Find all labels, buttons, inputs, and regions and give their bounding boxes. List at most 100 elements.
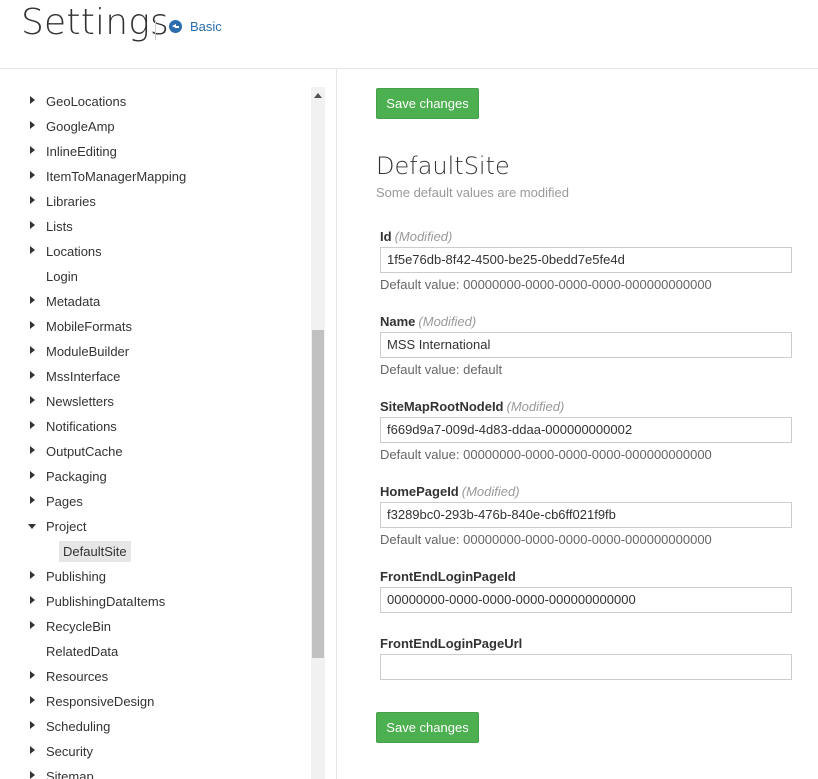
collapsed-arrow-icon[interactable] [30,571,35,579]
tree-item-security[interactable]: Security [0,739,310,764]
save-changes-button-bottom[interactable]: Save changes [376,712,479,743]
field-name: Name(Modified) Default value: default [380,314,792,377]
tree-item-itemtomanagermapping[interactable]: ItemToManagerMapping [0,164,310,189]
tree-item-sitemap[interactable]: Sitemap [0,764,310,779]
tree-item-notifications[interactable]: Notifications [0,414,310,439]
tree-item-mssinterface[interactable]: MssInterface [0,364,310,389]
collapsed-arrow-icon[interactable] [30,671,35,679]
tree-item-label: Project [46,519,87,534]
tree-item-packaging[interactable]: Packaging [0,464,310,489]
collapsed-arrow-icon[interactable] [30,721,35,729]
tree-item-login[interactable]: Login [0,264,310,289]
field-input[interactable] [380,502,792,528]
tree-item-label: Security [46,744,93,759]
save-changes-button-top[interactable]: Save changes [376,88,479,119]
field-label-text: Name [380,314,416,329]
scrollbar-thumb[interactable] [312,330,324,658]
collapsed-arrow-icon[interactable] [30,446,35,454]
collapsed-arrow-icon[interactable] [30,346,35,354]
field-input[interactable] [380,247,792,273]
collapsed-arrow-icon[interactable] [30,621,35,629]
tree-item-label: MssInterface [46,369,121,384]
collapsed-arrow-icon[interactable] [30,171,35,179]
section-subtitle: Some default values are modified [376,185,569,200]
tree-item-locations[interactable]: Locations [0,239,310,264]
tree-item-scheduling[interactable]: Scheduling [0,714,310,739]
field-default-value: Default value: 00000000-0000-0000-0000-0… [380,532,712,547]
collapsed-arrow-icon[interactable] [30,496,35,504]
tree-item-defaultsite[interactable]: DefaultSite [0,539,310,564]
tree-item-label: Libraries [46,194,96,209]
field-default-value: Default value: default [380,362,503,377]
tree-item-recyclebin[interactable]: RecycleBin [0,614,310,639]
field-frontendloginpageurl: FrontEndLoginPageUrl [380,636,792,680]
collapsed-arrow-icon[interactable] [30,746,35,754]
modified-indicator: (Modified) [461,484,520,499]
collapsed-arrow-icon[interactable] [30,296,35,304]
field-homepageid: HomePageId(Modified) Default value: 00000… [380,484,792,547]
modified-indicator: (Modified) [506,399,565,414]
tree-item-project[interactable]: Project [0,514,310,539]
tree-item-label: PublishingDataItems [46,594,166,609]
tree-item-libraries[interactable]: Libraries [0,189,310,214]
basic-mode-link[interactable]: Basic [169,19,222,34]
section-title: DefaultSite [376,152,510,180]
collapsed-arrow-icon[interactable] [30,321,35,329]
collapsed-arrow-icon[interactable] [30,96,35,104]
sidebar-scrollbar[interactable] [311,87,325,779]
field-input[interactable] [380,587,792,613]
collapsed-arrow-icon[interactable] [30,696,35,704]
tree-item-label: ItemToManagerMapping [46,169,187,184]
field-label-text: SiteMapRootNodeId [380,399,504,414]
collapsed-arrow-icon[interactable] [30,396,35,404]
collapsed-arrow-icon[interactable] [30,246,35,254]
tree-item-label: Metadata [46,294,101,309]
field-input[interactable] [380,654,792,680]
tree-item-label: Login [46,269,78,284]
field-label: Name (Modified) [380,314,792,331]
tree-item-metadata[interactable]: Metadata [0,289,310,314]
tree-item-resources[interactable]: Resources [0,664,310,689]
tree-item-pages[interactable]: Pages [0,489,310,514]
field-input[interactable] [380,417,792,443]
field-input[interactable] [380,332,792,358]
tree-item-outputcache[interactable]: OutputCache [0,439,310,464]
back-arrow-icon [169,20,182,33]
field-label-text: FrontEndLoginPageId [380,569,516,584]
scroll-up-arrow-icon[interactable] [314,93,322,98]
settings-tree: GeoLocations GoogleAmp InlineEditing ItemTo… [0,89,310,779]
tree-item-modulebuilder[interactable]: ModuleBuilder [0,339,310,364]
tree-item-googleamp[interactable]: GoogleAmp [0,114,310,139]
collapsed-arrow-icon[interactable] [30,146,35,154]
tree-item-publishingdataitems[interactable]: PublishingDataItems [0,589,310,614]
tree-item-lists[interactable]: Lists [0,214,310,239]
settings-tree-sidebar: GeoLocations GoogleAmp InlineEditing ItemTo… [0,69,337,779]
expanded-arrow-icon[interactable] [28,524,36,529]
tree-item-inlineediting[interactable]: InlineEditing [0,139,310,164]
collapsed-arrow-icon[interactable] [30,771,35,779]
tree-item-label: Newsletters [46,394,114,409]
field-default-value: Default value: 00000000-0000-0000-0000-0… [380,447,712,462]
tree-item-label: ModuleBuilder [46,344,130,359]
collapsed-arrow-icon[interactable] [30,471,35,479]
field-id: Id(Modified) Default value: 00000000-0000… [380,229,792,292]
tree-item-geolocations[interactable]: GeoLocations [0,89,310,114]
tree-item-mobileformats[interactable]: MobileFormats [0,314,310,339]
settings-main-panel: Save changes DefaultSite Some default va… [337,69,818,779]
tree-item-label: Publishing [46,569,106,584]
tree-item-label: RecycleBin [46,619,112,634]
tree-item-newsletters[interactable]: Newsletters [0,389,310,414]
collapsed-arrow-icon[interactable] [30,221,35,229]
tree-item-label: Locations [46,244,102,259]
tree-item-relateddata[interactable]: RelatedData [0,639,310,664]
title-divider [155,20,156,40]
collapsed-arrow-icon[interactable] [30,371,35,379]
collapsed-arrow-icon[interactable] [30,421,35,429]
tree-item-publishing[interactable]: Publishing [0,564,310,589]
collapsed-arrow-icon[interactable] [30,196,35,204]
basic-link-label: Basic [190,19,222,34]
tree-item-responsivedesign[interactable]: ResponsiveDesign [0,689,310,714]
collapsed-arrow-icon[interactable] [30,121,35,129]
tree-item-label: Resources [46,669,109,684]
collapsed-arrow-icon[interactable] [30,596,35,604]
